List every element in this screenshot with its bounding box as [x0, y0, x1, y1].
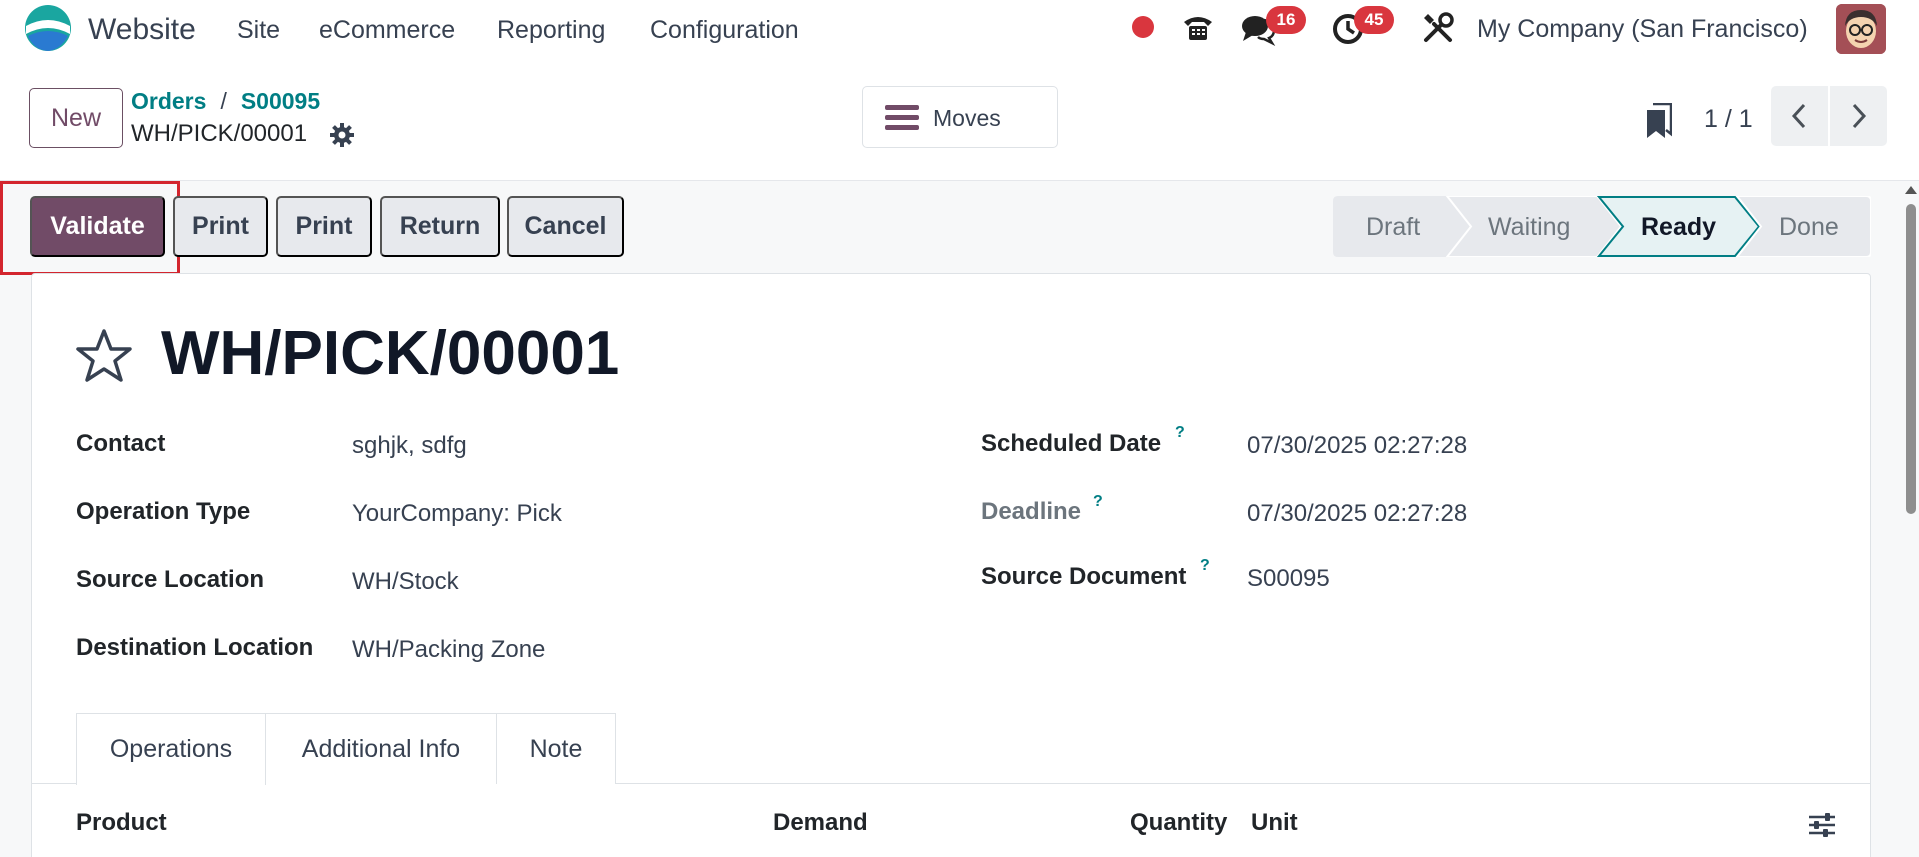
phone-icon[interactable] [1180, 10, 1216, 46]
column-unit[interactable]: Unit [1251, 809, 1298, 837]
return-button[interactable]: Return [380, 196, 500, 257]
menu-configuration[interactable]: Configuration [650, 16, 799, 45]
validate-highlight-annotation [0, 181, 180, 275]
moves-label: Moves [933, 105, 1001, 131]
print-button[interactable]: Print [173, 196, 268, 257]
tab-note[interactable]: Note [497, 713, 616, 784]
menu-site[interactable]: Site [237, 16, 280, 45]
menu-ecommerce[interactable]: eCommerce [319, 16, 455, 45]
pager-value[interactable]: 1 / 1 [1704, 105, 1753, 134]
chat-count-badge: 16 [1266, 6, 1306, 34]
user-avatar[interactable] [1836, 4, 1886, 54]
tab-additional-info[interactable]: Additional Info [266, 713, 497, 784]
destination-location-field[interactable]: WH/Packing Zone [352, 636, 545, 664]
column-product[interactable]: Product [76, 809, 167, 837]
website-app-logo[interactable] [24, 4, 72, 52]
pager-next-button[interactable] [1830, 86, 1887, 146]
top-navbar: Website Site eCommerce Reporting Configu… [0, 0, 1919, 58]
chevron-right-icon [1852, 103, 1867, 129]
source-location-field[interactable]: WH/Stock [352, 568, 459, 596]
list-icon [885, 105, 919, 130]
bookmark-icon[interactable] [1646, 103, 1672, 139]
gear-icon[interactable] [329, 122, 355, 148]
star-icon[interactable] [75, 328, 133, 384]
destination-location-label: Destination Location [76, 634, 314, 661]
chevron-left-icon [1791, 103, 1806, 129]
column-quantity[interactable]: Quantity [1130, 809, 1227, 837]
new-button[interactable]: New [29, 88, 123, 148]
deadline-label: Deadline [981, 498, 1082, 525]
app-name[interactable]: Website [88, 13, 196, 47]
operation-type-field[interactable]: YourCompany: Pick [352, 500, 562, 528]
pager-previous-button[interactable] [1771, 86, 1828, 146]
menu-reporting[interactable]: Reporting [497, 16, 605, 45]
scheduled-date-label: Scheduled Date [981, 430, 1162, 457]
operation-type-label: Operation Type [76, 498, 251, 525]
column-settings-sliders-icon[interactable] [1808, 812, 1836, 838]
source-document-label: Source Document [981, 563, 1187, 590]
status-done[interactable]: Done [1779, 213, 1839, 242]
company-switcher[interactable]: My Company (San Francisco) [1477, 15, 1808, 44]
source-document-field[interactable]: S00095 [1247, 565, 1330, 593]
scrollbar-thumb[interactable] [1906, 204, 1916, 514]
source-location-label: Source Location [76, 566, 265, 593]
status-ready[interactable]: Ready [1641, 213, 1716, 242]
breadcrumb-orders[interactable]: Orders [131, 88, 206, 114]
contact-label: Contact [76, 430, 166, 457]
scheduled-date-field[interactable]: 07/30/2025 02:27:28 [1247, 432, 1467, 460]
deadline-help-icon[interactable]: ? [1093, 493, 1103, 511]
status-draft[interactable]: Draft [1366, 213, 1420, 242]
contact-field[interactable]: sghjk, sdfg [352, 432, 467, 460]
tools-icon[interactable] [1420, 10, 1456, 46]
deadline-field[interactable]: 07/30/2025 02:27:28 [1247, 500, 1467, 528]
scroll-up-arrow-icon[interactable] [1905, 186, 1917, 194]
breadcrumb-order[interactable]: S00095 [241, 88, 320, 114]
record-title: WH/PICK/00001 [161, 319, 620, 388]
column-demand[interactable]: Demand [773, 809, 868, 837]
status-bar: Draft Waiting Ready Done [1333, 196, 1871, 257]
activity-count-badge: 45 [1354, 6, 1394, 34]
source-document-help-icon[interactable]: ? [1200, 557, 1210, 575]
cancel-button[interactable]: Cancel [507, 196, 624, 257]
breadcrumb-current-record: WH/PICK/00001 [131, 120, 308, 147]
breadcrumb: Orders / S00095 [131, 88, 320, 115]
breadcrumb-separator: / [220, 88, 227, 114]
tab-operations[interactable]: Operations [76, 713, 266, 785]
recording-indicator-icon[interactable] [1132, 16, 1154, 38]
scheduled-date-help-icon[interactable]: ? [1175, 424, 1185, 442]
status-waiting[interactable]: Waiting [1488, 213, 1570, 242]
print-labels-button[interactable]: Print [276, 196, 372, 257]
moves-smart-button[interactable]: Moves [862, 86, 1058, 148]
